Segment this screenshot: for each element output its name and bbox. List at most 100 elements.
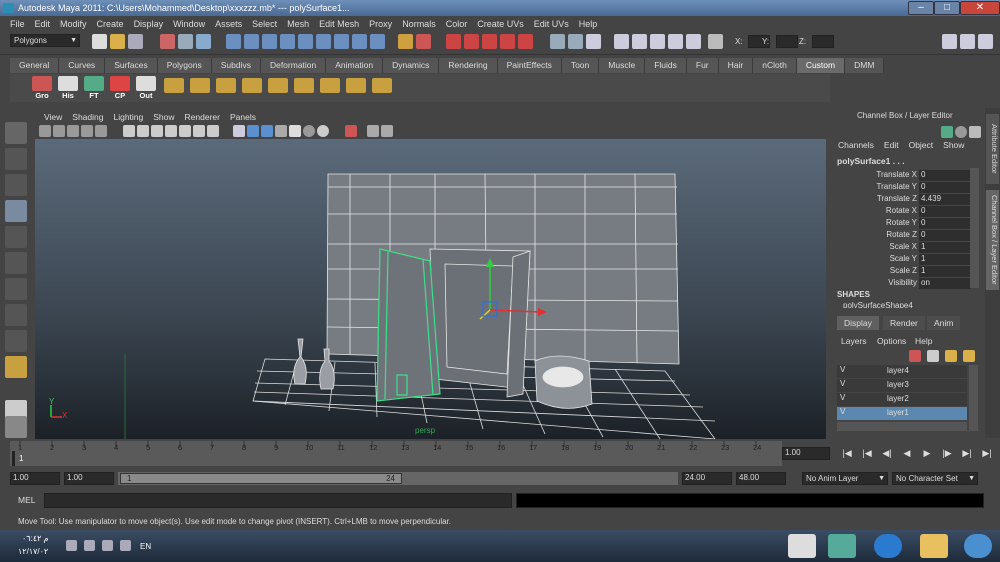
channel-menu-object[interactable]: Object bbox=[904, 140, 939, 152]
anim-start-field[interactable]: 1.00 bbox=[10, 472, 60, 485]
current-frame-field[interactable]: 1.00 bbox=[782, 447, 830, 460]
select-component-icon[interactable] bbox=[196, 34, 211, 49]
mel-label[interactable]: MEL bbox=[18, 495, 35, 505]
menu-edit-mesh[interactable]: Edit Mesh bbox=[314, 19, 364, 29]
layer-row[interactable]: Vlayer3 bbox=[837, 379, 967, 392]
tab-curves[interactable]: Curves bbox=[59, 58, 106, 73]
menu-file[interactable]: File bbox=[5, 19, 30, 29]
snap-point-icon[interactable] bbox=[262, 34, 277, 49]
shadows-icon[interactable] bbox=[303, 125, 315, 137]
snap-live-icon[interactable] bbox=[298, 34, 313, 49]
channel-menu-channels[interactable]: Channels bbox=[833, 140, 879, 152]
attribute-value[interactable]: 0 bbox=[919, 230, 971, 241]
attribute-row[interactable]: Rotate Z0 bbox=[837, 230, 971, 241]
viewport-menu-shading[interactable]: Shading bbox=[67, 112, 108, 122]
display-render-settings-icon[interactable] bbox=[668, 34, 683, 49]
attribute-row[interactable]: Rotate X0 bbox=[837, 206, 971, 217]
tab-subdivs[interactable]: Subdivs bbox=[211, 58, 261, 73]
layer-visibility-toggle[interactable]: V bbox=[840, 393, 845, 402]
tab-hair[interactable]: Hair bbox=[718, 58, 754, 73]
viewport-menu-renderer[interactable]: Renderer bbox=[180, 112, 225, 122]
menu-modify[interactable]: Modify bbox=[55, 19, 92, 29]
new-scene-icon[interactable] bbox=[92, 34, 107, 49]
input-line-icon[interactable] bbox=[686, 34, 701, 49]
snap-grid-icon[interactable] bbox=[226, 34, 241, 49]
wireframe-on-shaded-icon[interactable] bbox=[261, 125, 273, 137]
render-current-icon[interactable] bbox=[446, 34, 461, 49]
select-hierarchy-icon[interactable] bbox=[160, 34, 175, 49]
tab-toon[interactable]: Toon bbox=[561, 58, 600, 73]
tab-rendering[interactable]: Rendering bbox=[439, 58, 498, 73]
attribute-row[interactable]: Rotate Y0 bbox=[837, 218, 971, 229]
show-attribute-editor-icon[interactable] bbox=[550, 34, 565, 49]
step-back-key-button[interactable]: |◀ bbox=[860, 446, 874, 460]
uv-tool-icon[interactable] bbox=[216, 78, 236, 93]
menu-mesh[interactable]: Mesh bbox=[282, 19, 314, 29]
attribute-value[interactable]: 4.439 bbox=[919, 194, 971, 205]
range-handle[interactable]: 1 24 bbox=[120, 473, 402, 484]
menu-proxy[interactable]: Proxy bbox=[364, 19, 397, 29]
rotate-tool-icon[interactable] bbox=[5, 226, 27, 248]
select-tool-icon[interactable] bbox=[5, 122, 27, 144]
menu-color[interactable]: Color bbox=[441, 19, 473, 29]
volume-icon[interactable] bbox=[102, 540, 113, 551]
menu-help[interactable]: Help bbox=[574, 19, 603, 29]
channel-box-scrollbar[interactable] bbox=[970, 168, 979, 288]
character-set-dropdown[interactable]: No Character Set ▼ bbox=[892, 472, 978, 485]
tab-fur[interactable]: Fur bbox=[686, 58, 719, 73]
attribute-row[interactable]: Translate X0 bbox=[837, 170, 971, 181]
network-icon[interactable] bbox=[84, 540, 95, 551]
save-scene-icon[interactable] bbox=[128, 34, 143, 49]
tab-painteffects[interactable]: PaintEffects bbox=[497, 58, 562, 73]
layer-row[interactable]: Vlayer4 bbox=[837, 365, 967, 378]
use-all-lights-icon[interactable] bbox=[289, 125, 301, 137]
move-tool-icon[interactable] bbox=[5, 200, 27, 222]
layer-horizontal-scrollbar[interactable] bbox=[837, 422, 967, 431]
step-forward-key-button[interactable]: ▶| bbox=[960, 446, 974, 460]
perspective-viewport[interactable]: Y X persp bbox=[35, 139, 826, 439]
go-to-start-button[interactable]: |◀ bbox=[840, 446, 854, 460]
windows-start-icon[interactable] bbox=[964, 534, 992, 558]
high-quality-icon[interactable] bbox=[317, 125, 329, 137]
film-gate-icon[interactable] bbox=[137, 125, 149, 137]
maya-taskbar-icon[interactable] bbox=[788, 534, 816, 558]
wireframe-icon[interactable] bbox=[233, 125, 245, 137]
layer-tab-anim[interactable]: Anim bbox=[927, 316, 961, 330]
construction-history-icon[interactable] bbox=[334, 34, 349, 49]
uv-tool-icon[interactable] bbox=[372, 78, 392, 93]
step-forward-frame-button[interactable]: |▶ bbox=[940, 446, 954, 460]
channel-box-tab[interactable]: Channel Box / Layer Editor bbox=[986, 190, 999, 290]
menu-assets[interactable]: Assets bbox=[210, 19, 247, 29]
tab-dynamics[interactable]: Dynamics bbox=[383, 58, 440, 73]
command-input[interactable] bbox=[44, 493, 512, 508]
last-tool-icon[interactable] bbox=[5, 356, 27, 378]
viewport-menu-show[interactable]: Show bbox=[148, 112, 179, 122]
menu-set-dropdown[interactable]: Polygons ▼ bbox=[10, 34, 80, 47]
toggle-channel-box-icon[interactable] bbox=[978, 34, 993, 49]
query-icon[interactable] bbox=[370, 34, 385, 49]
shelf-button-history[interactable]: His bbox=[58, 76, 78, 100]
camera-attributes-icon[interactable] bbox=[53, 125, 65, 137]
attribute-value[interactable]: 0 bbox=[919, 206, 971, 217]
attribute-value[interactable]: on bbox=[919, 278, 971, 289]
paint-select-tool-icon[interactable] bbox=[5, 174, 27, 196]
safe-title-icon[interactable] bbox=[207, 125, 219, 137]
snapshot-icon[interactable] bbox=[632, 34, 647, 49]
show-manipulator-icon[interactable] bbox=[5, 330, 27, 352]
attribute-row[interactable]: Translate Y0 bbox=[837, 182, 971, 193]
new-layer-icon[interactable] bbox=[909, 350, 921, 362]
shelf-button-center-pivot[interactable]: CP bbox=[110, 76, 130, 100]
play-backward-button[interactable]: ◀ bbox=[900, 446, 914, 460]
play-forward-button[interactable]: ▶ bbox=[920, 446, 934, 460]
lasso-tool-icon[interactable] bbox=[5, 148, 27, 170]
uv-tool-icon[interactable] bbox=[164, 78, 184, 93]
uv-tool-icon[interactable] bbox=[346, 78, 366, 93]
ime-language-indicator[interactable]: EN bbox=[140, 542, 151, 551]
anim-end-field[interactable]: 48.00 bbox=[736, 472, 786, 485]
step-back-frame-button[interactable]: ◀| bbox=[880, 446, 894, 460]
show-channel-box-icon[interactable] bbox=[586, 34, 601, 49]
shelf-button-outliner[interactable]: Out bbox=[136, 76, 156, 100]
image-plane-icon[interactable] bbox=[81, 125, 93, 137]
tab-muscle[interactable]: Muscle bbox=[599, 58, 646, 73]
outliner-layout-icon[interactable] bbox=[5, 416, 27, 438]
